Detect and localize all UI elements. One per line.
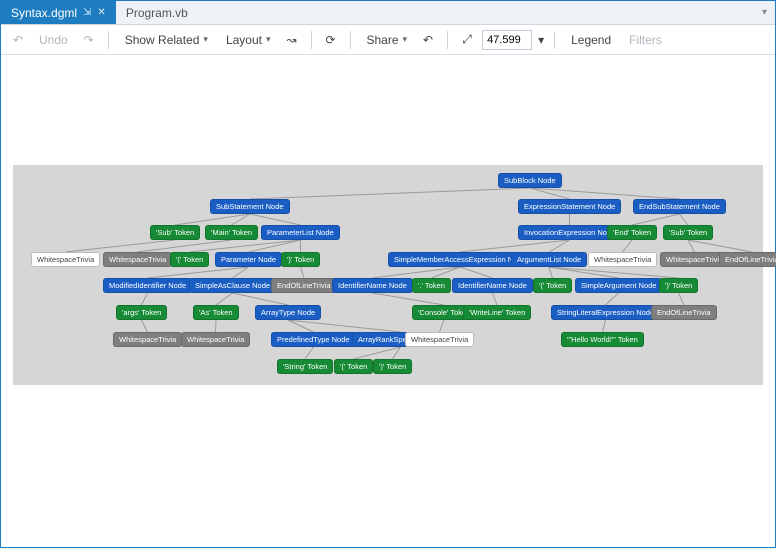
graph-edge [623,240,633,252]
show-related-button[interactable]: Show Related▾ [119,31,214,49]
graph-node[interactable]: IdentifierName Node [332,278,413,293]
graph-edge [679,293,685,305]
graph-edge [138,240,232,252]
undo-icon: ↶ [9,31,27,49]
graph-node[interactable]: ModifiedIdentifier Node [103,278,192,293]
tab-bar: Syntax.dgml ⇲ ✕ Program.vb ▾ [1,1,775,25]
tab-label: Program.vb [126,6,188,20]
graph-node[interactable]: 'Main' Token [205,225,258,240]
fit-to-screen-icon[interactable]: ⤢ [458,31,476,49]
toolbar: ↶ Undo ↷ Show Related▾ Layout▾ ↝ ⟳ Share… [1,25,775,55]
close-icon[interactable]: ✕ [97,7,105,18]
graph-node[interactable]: SimpleArgument Node [575,278,662,293]
graph-node[interactable]: ')' Token [281,252,320,267]
tab-label: Syntax.dgml [11,6,77,20]
graph-edge [549,267,679,278]
refresh-icon[interactable]: ⟳ [322,31,340,49]
graph-edge [688,240,752,252]
graph-node[interactable]: SimpleAsClause Node [189,278,276,293]
graph-node[interactable]: 'As' Token [193,305,239,320]
graph-edge [549,267,553,278]
graph-node[interactable]: '.' Token [412,278,451,293]
graph-edge [688,240,695,252]
filters-button: Filters [623,31,668,49]
graph-edge [632,214,680,225]
layout-button[interactable]: Layout▾ [220,31,277,49]
graph-node[interactable]: 'String' Token [277,359,333,374]
graph-edge [493,293,498,305]
graph-node[interactable]: ')' Token [659,278,698,293]
graph-node[interactable]: WhitespaceTrivia [103,252,172,267]
graph-node[interactable]: '"Hello World!"' Token [561,332,644,347]
graph-edge [460,267,493,278]
graph-node[interactable]: PredefinedType Node [271,332,356,347]
graph-node[interactable]: ExpressionStatement Node [518,199,621,214]
graph-edge [305,347,314,359]
graph-node[interactable]: ')' Token [373,359,412,374]
redo-icon: ↷ [80,31,98,49]
graph-edge [216,293,233,305]
graph-edge [148,267,249,278]
graph-node[interactable]: '(' Token [334,359,373,374]
graph-edge [460,240,570,252]
graph-node[interactable]: WhitespaceTrivia [181,332,250,347]
tab-program-vb[interactable]: Program.vb [116,1,198,24]
undo-button: Undo [33,31,74,49]
graph-edge [440,320,445,332]
graph-edge [233,293,289,305]
graph-node[interactable]: 'Sub' Token [150,225,200,240]
graph-node[interactable]: '(' Token [533,278,572,293]
zoom-input[interactable] [482,30,532,50]
graph-node[interactable]: WhitespaceTrivia [588,252,657,267]
graph-node[interactable]: StringLiteralExpression Node [551,305,660,320]
graph-node[interactable]: 'Sub' Token [663,225,713,240]
graph-edge [530,188,680,199]
graph-edge [216,320,217,332]
graph-canvas[interactable]: SubBlock Node SubStatement Node Expression… [1,55,775,547]
graph-edge [142,293,148,305]
zoom-dropdown-icon[interactable]: ▾ [538,33,544,47]
share-history-icon[interactable]: ↶ [419,31,437,49]
pin-icon[interactable]: ⇲ [83,7,91,18]
graph-node[interactable]: 'WriteLine' Token [463,305,531,320]
graph-edge [190,240,301,252]
graph-edge [680,214,689,225]
graph-edge [250,214,301,225]
graph-edge [175,214,250,225]
graph-node[interactable]: EndOfLineTrivia [651,305,717,320]
graph-node[interactable]: WhitespaceTrivia [405,332,474,347]
graph-node[interactable]: ArgumentList Node [511,252,587,267]
tabs-dropdown-icon[interactable]: ▾ [754,7,775,18]
graph-edge [606,293,619,305]
graph-node[interactable]: 'args' Token [116,305,167,320]
graph-edge [288,320,401,332]
graph-edge [301,267,305,278]
graph-node[interactable]: '(' Token [170,252,209,267]
tab-syntax-dgml[interactable]: Syntax.dgml ⇲ ✕ [1,1,116,24]
legend-button[interactable]: Legend [565,31,617,49]
graph-node[interactable]: WhitespaceTrivia [31,252,100,267]
graph-edge [249,240,301,252]
graph-edge [142,320,148,332]
graph-edge [66,240,176,252]
graph-node[interactable]: ArrayType Node [255,305,321,320]
graph-node[interactable]: EndOfLineTrivia [271,278,337,293]
graph-node[interactable]: IdentifierName Node [452,278,533,293]
graph-node[interactable]: EndOfLineTrivia [719,252,776,267]
graph-node[interactable]: EndSubStatement Node [633,199,726,214]
graph-node[interactable]: InvocationExpression Node [518,225,621,240]
graph-node[interactable]: 'End' Token [607,225,657,240]
share-button[interactable]: Share▾ [361,31,414,49]
graph-edge [373,293,445,305]
graph-edge [250,188,530,199]
graph-node[interactable]: ParameterList Node [261,225,340,240]
graph-node[interactable]: WhitespaceTrivia [113,332,182,347]
layout-tool-icon[interactable]: ↝ [283,31,301,49]
graph-node[interactable]: SubStatement Node [210,199,290,214]
graph-node[interactable]: Parameter Node [215,252,282,267]
graph-node[interactable]: SubBlock Node [498,173,562,188]
graph-edge [603,320,606,332]
